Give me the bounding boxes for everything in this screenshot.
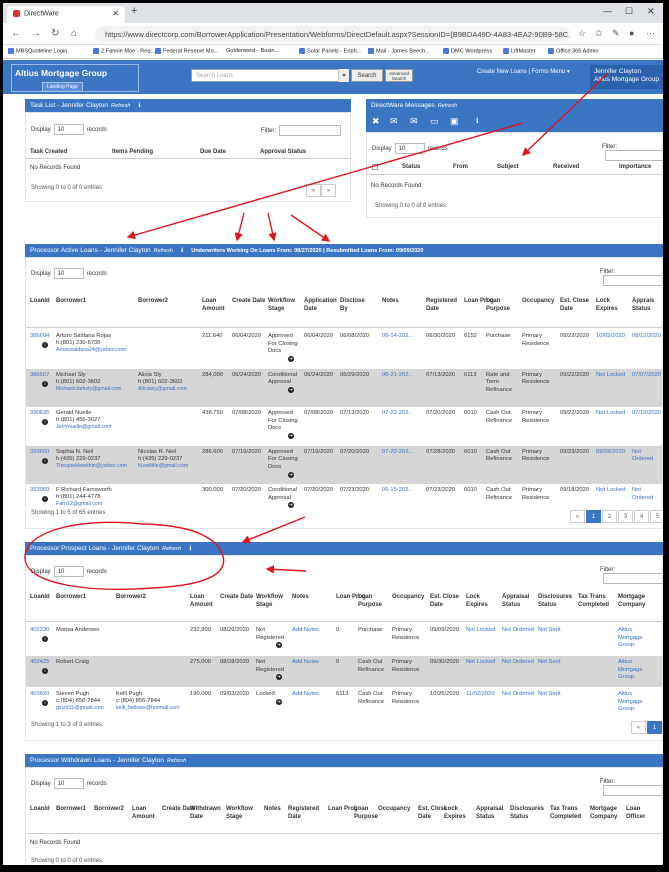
annotation-arrow: [521, 72, 609, 156]
screen: DirectWare ✕ + — ☐ ✕ ← → ↻ ⌂ https://www.…: [3, 3, 663, 865]
annotation-circle: [24, 521, 225, 590]
annotation-arrow: [265, 565, 307, 574]
annotation-arrow: [290, 214, 331, 242]
annotation-arrow: [241, 516, 306, 544]
annotation-arrow: [267, 212, 277, 242]
annotation-arrow: [126, 122, 524, 240]
annotation-overlay: [24, 72, 609, 590]
annotation-arrow: [234, 212, 245, 242]
